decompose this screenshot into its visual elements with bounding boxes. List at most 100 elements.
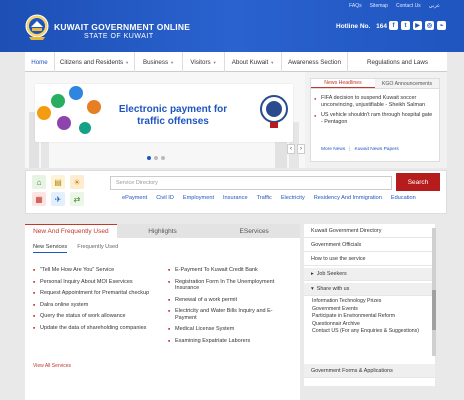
banner-prev-button[interactable]: ‹ [287,144,295,154]
news-divider: | [349,147,351,152]
youtube-icon[interactable]: ▶ [413,21,422,30]
sidebar-item-government-officials[interactable]: Government Officials [304,238,435,252]
nav-citizens-label: Citizens and Residents [59,58,124,66]
submenu-item[interactable]: Contact US (For any Enquiries & Suggesti… [312,328,419,336]
documents-icon[interactable]: ▤ [51,175,65,189]
tab-eservices[interactable]: EServices [208,224,300,238]
sitemap-link[interactable]: Sitemap [370,3,388,9]
card-icon [87,100,101,114]
nav-visitors[interactable]: Visitors ▼ [183,52,225,72]
submenu-item[interactable]: Government Events [312,306,419,314]
sidebar-share-label: Share with us [316,286,350,292]
payment-icon [37,106,51,120]
service-directory-input[interactable]: Service Directory [110,176,392,190]
tab-highlights[interactable]: Highlights [117,224,209,238]
hotline: Hotline No. 164 [336,23,387,30]
tab-news-headlines[interactable]: News Headlines [311,79,375,88]
top-links: FAQs Sitemap Contact Us عربي [349,3,440,9]
news-panel: News Headlines KGO Announcements FIFA de… [310,78,440,162]
services-list-right: E-Payment To Kuwait Credit Bank Registra… [168,267,294,349]
truck-icon [57,116,71,130]
service-search-bar: ⌂ ▤ ☀ ▦ ✈ ⇄ Service Directory Search ePa… [25,170,447,214]
news-item[interactable]: FIFA decision to suspend Kuwait soccer u… [314,95,433,109]
chevron-down-icon: ▼ [212,59,217,65]
nav-home[interactable]: Home [25,52,55,72]
kuwait-emblem-logo[interactable] [25,13,49,41]
tag-electricity[interactable]: Electricity [281,195,305,201]
tag-education[interactable]: Education [391,195,416,201]
instagram-icon[interactable]: ◎ [425,21,434,30]
banner-headline: Electronic payment for traffic offenses [118,104,228,127]
tab-kgo-announcements[interactable]: KGO Announcements [375,79,439,88]
tag-residency-and-immigration[interactable]: Residency And Immigration [314,195,382,201]
service-link[interactable]: Renewal of a work permit [168,297,294,304]
service-link[interactable]: Dalra online system [33,302,159,309]
popular-search-tags: ePayment Civil ID Employment Insurance T… [122,195,416,201]
service-link[interactable]: Medical License System [168,326,294,333]
search-button[interactable]: Search [396,173,440,191]
hotline-number: 164 [376,23,387,30]
tag-employment[interactable]: Employment [183,195,214,201]
sidebar-item-share-with-us[interactable]: ▾ Share with us [304,283,435,296]
tag-epayment[interactable]: ePayment [122,195,147,201]
sidebar-item-job-seekers[interactable]: ▸ Job Seekers [304,268,435,281]
chevron-down-icon: ▼ [170,59,175,65]
report-icon[interactable]: ▦ [32,192,46,206]
facebook-icon[interactable]: f [389,21,398,30]
tab-new-services[interactable]: New Services [33,244,68,253]
sidebar-item-how-to-use[interactable]: How to use the service [304,252,435,266]
sidebar-item-government-directory[interactable]: Kuwait Government Directory [304,224,435,238]
site-title: KUWAIT GOVERNMENT ONLINE [54,22,191,32]
service-link[interactable]: Registration Form In The Unemployment In… [168,279,294,292]
promo-banner[interactable]: Electronic payment for traffic offenses … [25,72,305,168]
nav-regulations-and-laws[interactable]: Regulations and Laws [348,52,447,72]
quick-access-icons: ⌂ ▤ ☀ ▦ ✈ ⇄ [32,175,84,206]
banner-dot[interactable] [147,156,151,160]
banner-dot[interactable] [154,156,158,160]
service-link[interactable]: Query the status of work allowance [33,313,159,320]
nav-awareness-section[interactable]: Awareness Section [282,52,348,72]
hotline-label: Hotline No. [336,23,371,30]
rss-icon[interactable]: ⌁ [437,21,446,30]
nav-citizens-and-residents[interactable]: Citizens and Residents ▼ [55,52,135,72]
services-panel: New And Frequently Used Highlights EServ… [25,224,300,400]
tab-new-and-frequently-used[interactable]: New And Frequently Used [25,224,117,238]
sidebar-item-government-forms[interactable]: Government Forms & Applications [304,364,435,378]
arabic-language-link[interactable]: عربي [429,3,440,9]
exchange-icon[interactable]: ⇄ [70,192,84,206]
banner-next-button[interactable]: › [297,144,305,154]
submenu-item[interactable]: Information Technology Prizes [312,298,419,306]
tag-civil-id[interactable]: Civil ID [156,195,174,201]
more-news-link[interactable]: More News [321,147,345,152]
chevron-down-icon: ▼ [125,59,130,65]
service-link[interactable]: Examining Expatriate Laborers [168,338,294,345]
kuwait-news-papers-link[interactable]: Kuwait News Papers [355,147,399,152]
nav-visitors-label: Visitors [190,58,211,66]
submenu-item[interactable]: Participate in Environmental Reform [312,313,419,321]
tab-frequently-used[interactable]: Frequently Used [77,244,118,253]
news-item[interactable]: US vehicle shouldn't ram through hospita… [314,112,433,126]
tag-traffic[interactable]: Traffic [257,195,272,201]
twitter-icon[interactable]: t [401,21,410,30]
tag-insurance[interactable]: Insurance [223,195,248,201]
submenu-item[interactable]: Questionnair Archive [312,321,419,329]
service-link[interactable]: Personal Inquiry About MOI Eservices [33,279,159,286]
weather-icon[interactable]: ☀ [70,175,84,189]
chevron-down-icon: ▾ [311,286,314,292]
service-link[interactable]: "Tell Me How Are You" Service [33,267,159,274]
airplane-icon[interactable]: ✈ [51,192,65,206]
nav-about-kuwait[interactable]: About Kuwait ▼ [225,52,282,72]
sidebar-scrollbar-thumb[interactable] [432,290,436,330]
government-building-icon[interactable]: ⌂ [32,175,46,189]
service-link[interactable]: Request Appointment for Premarital check… [33,290,159,297]
view-all-services-link[interactable]: View All Services [33,363,71,369]
services-sub-tabs: New Services Frequently Used [33,244,118,253]
nav-business[interactable]: Business ▼ [135,52,183,72]
contact-us-link[interactable]: Contact Us [396,3,421,9]
sidebar-scrollbar[interactable] [432,228,436,356]
faqs-link[interactable]: FAQs [349,3,362,9]
service-link[interactable]: Electricity and Water Bills Inquiry and … [168,308,294,321]
service-link[interactable]: E-Payment To Kuwait Credit Bank [168,267,294,274]
service-link[interactable]: Update the data of shareholding companie… [33,325,159,332]
banner-dot[interactable] [161,156,165,160]
